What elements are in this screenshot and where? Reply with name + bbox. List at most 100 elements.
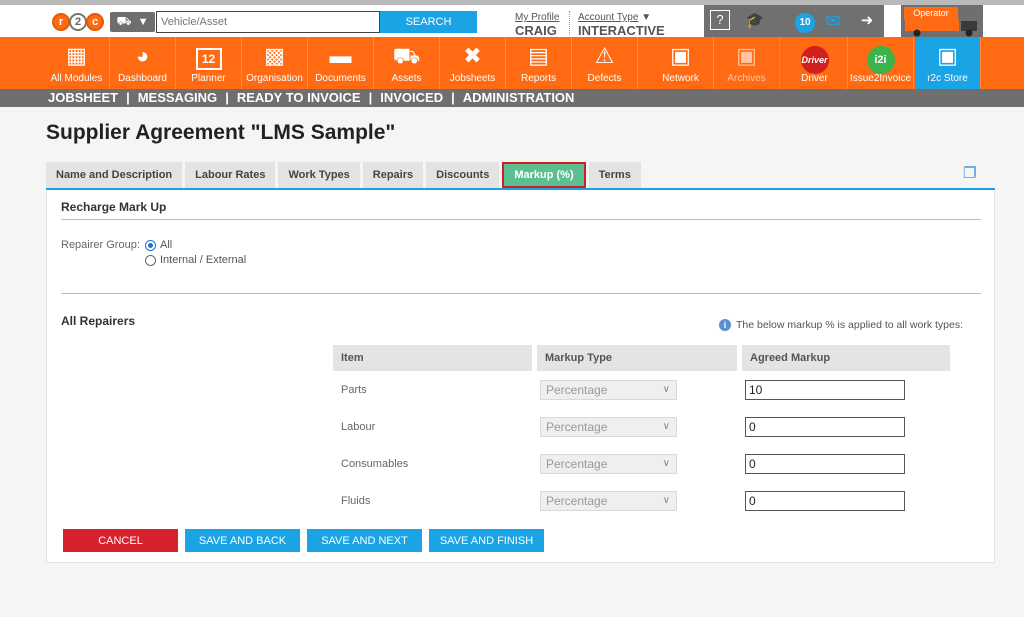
divider: [61, 293, 981, 294]
tab-markup[interactable]: Markup (%): [502, 162, 586, 188]
notification-count: 10: [795, 13, 815, 33]
caret-down-icon: ▼: [641, 12, 652, 23]
tab-terms[interactable]: Terms: [588, 162, 641, 188]
agreed-markup-input[interactable]: [745, 379, 905, 400]
module-all-modules[interactable]: ▦ All Modules: [44, 37, 110, 89]
warning-icon: ⚠: [594, 43, 615, 68]
operator-badge[interactable]: Operator: [901, 5, 983, 37]
logo-letter: r: [52, 13, 70, 31]
store-icon: ▣: [937, 43, 958, 68]
profile-name: CRAIG: [515, 23, 557, 38]
radio-button[interactable]: [145, 254, 156, 266]
item-name: Parts: [341, 383, 367, 396]
agreed-markup-cell: [737, 371, 950, 408]
mail-icon[interactable]: ✉: [822, 10, 844, 32]
markup-type-select[interactable]: Percentage ∨: [540, 453, 677, 474]
tab-discounts[interactable]: Discounts: [426, 162, 500, 188]
logout-icon[interactable]: ➜: [856, 10, 878, 32]
module-jobsheets[interactable]: ✖ Jobsheets: [440, 37, 506, 89]
agreed-markup-input[interactable]: [745, 490, 905, 511]
buildings-icon: ▩: [264, 43, 285, 68]
truck-icon: ⛟: [116, 14, 132, 28]
all-repairers-title: All Repairers: [61, 314, 136, 328]
repairer-group-label: Repairer Group:: [61, 239, 140, 251]
markup-type-select[interactable]: Percentage ∨: [540, 379, 677, 400]
utility-icon-bar: ? 🎓 10 ✉ ➜: [704, 5, 884, 37]
table-row: Consumables Percentage ∨: [333, 445, 950, 482]
module-reports[interactable]: ▤ Reports: [506, 37, 572, 89]
cancel-button[interactable]: CANCEL: [63, 529, 178, 552]
module-issue2invoice[interactable]: i2i Issue2Invoice: [848, 37, 914, 89]
agreed-markup-cell: [737, 445, 950, 482]
save-and-back-button[interactable]: SAVE AND BACK: [185, 529, 300, 552]
subnav-messaging[interactable]: MESSAGING: [138, 90, 217, 105]
markup-type-cell: Percentage ∨: [532, 408, 737, 445]
tab-repairs[interactable]: Repairs: [362, 162, 424, 188]
tab-work-types[interactable]: Work Types: [278, 162, 360, 188]
column-header-item: Item: [333, 345, 532, 371]
module-archives[interactable]: ▣ Archives: [714, 37, 780, 89]
info-note: i The below markup % is applied to all w…: [719, 319, 963, 331]
profile-block: My Profile CRAIG: [515, 11, 559, 37]
module-planner[interactable]: 12 Planner: [176, 37, 242, 89]
separator: |: [451, 90, 455, 105]
item-name: Consumables: [341, 457, 409, 470]
radio-all[interactable]: All: [145, 239, 172, 251]
separator: |: [225, 90, 229, 105]
copy-icon[interactable]: ❐: [963, 164, 976, 182]
module-documents[interactable]: ▬ Documents: [308, 37, 374, 89]
grid-icon: ▦: [66, 43, 87, 68]
module-network[interactable]: ▣ Network: [648, 37, 714, 89]
markup-type-cell: Percentage ∨: [532, 445, 737, 482]
markup-type-select[interactable]: Percentage ∨: [540, 416, 677, 437]
i2i-icon: i2i: [848, 43, 913, 74]
radio-internal-external-label: Internal / External: [160, 254, 247, 266]
search-button[interactable]: SEARCH: [380, 11, 477, 33]
vehicle-search-input[interactable]: [156, 11, 380, 33]
folder-icon: ▬: [329, 43, 352, 68]
chevron-down-icon: ▼: [137, 16, 149, 28]
account-type-link[interactable]: Account Type: [578, 12, 638, 23]
agreed-markup-input[interactable]: [745, 416, 905, 437]
markup-type-select[interactable]: Percentage ∨: [540, 490, 677, 511]
search-type-dropdown[interactable]: ⛟ ▼: [110, 12, 155, 32]
page-title: Supplier Agreement "LMS Sample": [46, 121, 396, 144]
gauge-icon: ◕: [135, 43, 150, 68]
sub-nav: JOBSHEET | MESSAGING | READY TO INVOICE | INVO…: [0, 89, 1024, 107]
archive-icon: ▣: [736, 43, 757, 68]
module-assets[interactable]: ⛟ Assets: [374, 37, 440, 89]
module-defects[interactable]: ⚠ Defects: [572, 37, 638, 89]
notifications-icon[interactable]: 10: [788, 10, 822, 33]
radio-button[interactable]: [145, 239, 156, 251]
module-r2c-store[interactable]: ▣ r2c Store: [915, 37, 981, 89]
graduation-cap-icon[interactable]: 🎓: [744, 10, 766, 32]
operator-truck-icon: [905, 19, 977, 37]
save-and-finish-button[interactable]: SAVE AND FINISH: [429, 529, 544, 552]
radio-internal-external[interactable]: Internal / External: [145, 254, 246, 266]
module-driver[interactable]: Driver Driver: [782, 37, 848, 89]
subnav-ready-to-invoice[interactable]: READY TO INVOICE: [237, 90, 361, 105]
subnav-administration[interactable]: ADMINISTRATION: [463, 90, 575, 105]
column-header-agreed-markup: Agreed Markup: [737, 345, 950, 371]
tab-labour-rates[interactable]: Labour Rates: [185, 162, 276, 188]
tab-name-and-description[interactable]: Name and Description: [46, 162, 183, 188]
item-name: Fluids: [341, 494, 371, 507]
r2c-logo[interactable]: r 2 c: [52, 12, 104, 32]
separator: |: [368, 90, 373, 105]
recharge-section-title: Recharge Mark Up: [61, 200, 167, 214]
subnav-invoiced[interactable]: INVOICED: [380, 90, 443, 105]
module-organisation[interactable]: ▩ Organisation: [242, 37, 308, 89]
markup-type-cell: Percentage ∨: [532, 482, 737, 519]
markup-table: Item Markup Type Agreed Markup Parts Per…: [333, 345, 950, 519]
clipboard-icon: ▤: [528, 43, 549, 68]
agreed-markup-input[interactable]: [745, 453, 905, 474]
chevron-down-icon: ∨: [662, 383, 670, 395]
chevron-down-icon: ∨: [662, 457, 670, 469]
tools-icon: ✖: [463, 43, 482, 68]
help-icon[interactable]: ?: [710, 10, 730, 30]
contacts-icon: ▣: [670, 43, 691, 68]
subnav-jobsheet[interactable]: JOBSHEET: [48, 90, 118, 105]
module-dashboard[interactable]: ◕ Dashboard: [110, 37, 176, 89]
save-and-next-button[interactable]: SAVE AND NEXT: [307, 529, 422, 552]
radio-all-label: All: [160, 239, 173, 251]
